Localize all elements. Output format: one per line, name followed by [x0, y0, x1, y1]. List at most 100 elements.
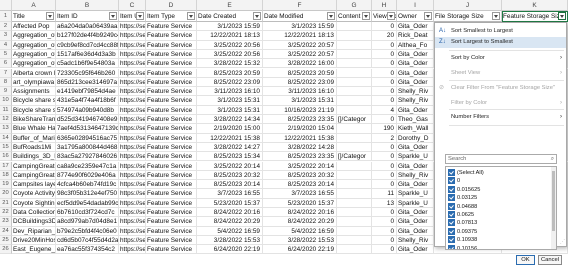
table-cell[interactable]: 8/25/2023 23:35: [263, 152, 337, 162]
table-cell[interactable]: 3/1/2023 15:31: [263, 96, 337, 106]
filter-value-item[interactable]: 0.04688: [448, 202, 477, 212]
table-cell[interactable]: 5/23/2020 15:37: [197, 198, 263, 208]
filter-dropdown-button[interactable]: [362, 12, 370, 20]
select-all-corner[interactable]: [0, 0, 12, 11]
checkbox[interactable]: [448, 169, 455, 177]
table-cell[interactable]: Feature Service: [146, 77, 197, 88]
table-cell[interactable]: 0: [372, 96, 397, 106]
table-cell[interactable]: Aggregation_of_: [12, 31, 56, 41]
table-cell[interactable]: CampingGreat5: [12, 170, 56, 181]
table-cell[interactable]: Gita_Oder: [397, 105, 434, 115]
table-cell[interactable]: [337, 245, 372, 255]
table-cell[interactable]: Feature Service: [146, 198, 197, 208]
table-cell[interactable]: 3/28/2022 14:28: [263, 142, 337, 153]
filter-dropdown-button[interactable]: [253, 12, 261, 20]
row-number[interactable]: 2: [0, 22, 12, 32]
table-cell[interactable]: 8/24/2022 20:16: [263, 208, 337, 218]
table-cell[interactable]: 6b7610cd3f724cd7c: [56, 208, 119, 218]
table-cell[interactable]: 3/25/2022 20:57: [263, 40, 337, 50]
table-cell[interactable]: 5/4/2022 16:59: [197, 226, 263, 236]
table-cell[interactable]: https://servi: [119, 217, 146, 227]
table-cell[interactable]: https://servi: [119, 198, 146, 208]
checkbox[interactable]: [448, 219, 455, 227]
row-number[interactable]: 17: [0, 161, 12, 171]
checkbox[interactable]: [448, 236, 455, 244]
table-cell[interactable]: Bicycle share sl: [12, 96, 56, 106]
header-cell-h[interactable]: View Co: [372, 11, 397, 22]
column-header-i[interactable]: I: [397, 0, 434, 11]
table-cell[interactable]: https://servi: [119, 133, 146, 143]
table-cell[interactable]: [337, 198, 372, 208]
list-scrollbar[interactable]: [551, 167, 556, 249]
table-cell[interactable]: 12/22/2021 18:13: [197, 31, 263, 41]
checkbox[interactable]: [448, 177, 455, 185]
table-cell[interactable]: https://servi: [119, 59, 146, 69]
column-header-h[interactable]: H: [372, 0, 397, 11]
table-cell[interactable]: 8/25/2023 15:34: [197, 152, 263, 162]
column-header-j[interactable]: J: [434, 0, 502, 11]
filter-value-item[interactable]: 0.0625: [448, 211, 474, 220]
table-cell[interactable]: 3/1/2023 15:59: [197, 22, 263, 32]
filter-dropdown-button[interactable]: [187, 12, 195, 20]
row-number[interactable]: 13: [0, 124, 12, 134]
table-cell[interactable]: https://servi: [119, 208, 146, 218]
resize-grip-icon[interactable]: ⋰: [560, 239, 565, 245]
table-cell[interactable]: Shelly_Riv: [397, 87, 434, 97]
table-cell[interactable]: 8/24/2022 20:29: [197, 217, 263, 227]
table-cell[interactable]: Alberta crown l: [12, 68, 56, 78]
table-cell[interactable]: https://servi: [119, 142, 146, 153]
table-cell[interactable]: 3/7/2023 16:55: [263, 189, 337, 199]
table-cell[interactable]: 3/1/2023 15:59: [263, 22, 337, 32]
table-cell[interactable]: Buildings_3D_D: [12, 152, 56, 162]
column-header-g[interactable]: G: [337, 0, 372, 11]
table-cell[interactable]: [337, 170, 372, 181]
table-cell[interactable]: [337, 217, 372, 227]
table-cell[interactable]: [337, 31, 372, 41]
filter-dropdown-button[interactable]: [387, 12, 395, 20]
table-cell[interactable]: Affected Pop: [12, 22, 56, 32]
table-cell[interactable]: 4: [372, 105, 397, 115]
table-cell[interactable]: art_olympiawa: [12, 77, 56, 88]
column-header-a[interactable]: A: [12, 0, 56, 11]
table-cell[interactable]: 8/25/2023 20:14: [197, 180, 263, 190]
table-cell[interactable]: Feature Service: [146, 161, 197, 171]
header-cell-f[interactable]: Date Modified: [263, 11, 337, 22]
checkbox[interactable]: [448, 202, 455, 210]
filter-value-item[interactable]: (Select All): [448, 169, 484, 178]
filter-dropdown-button[interactable]: [136, 12, 144, 20]
table-cell[interactable]: Gita_Oder: [397, 142, 434, 153]
table-cell[interactable]: Feature Service: [146, 235, 197, 246]
row-number[interactable]: 19: [0, 180, 12, 190]
table-cell[interactable]: [337, 40, 372, 50]
table-cell[interactable]: 2/19/2020 15:00: [197, 124, 263, 134]
table-cell[interactable]: 8/25/2022 23:09: [197, 77, 263, 88]
table-cell[interactable]: https://servi: [119, 189, 146, 199]
table-cell[interactable]: https://servi: [119, 152, 146, 162]
table-cell[interactable]: 0: [372, 170, 397, 181]
filter-value-item[interactable]: 0.10938: [448, 236, 477, 245]
table-cell[interactable]: 0: [372, 68, 397, 78]
table-cell[interactable]: [337, 142, 372, 153]
table-cell[interactable]: 12/22/2021 18:13: [263, 31, 337, 41]
table-cell[interactable]: [337, 189, 372, 199]
column-header-k[interactable]: K: [502, 0, 568, 11]
table-cell[interactable]: Sparkle_U: [397, 152, 434, 162]
header-cell-e[interactable]: Date Created: [197, 11, 263, 22]
table-cell[interactable]: Gita_Oder: [397, 245, 434, 255]
filter-dropdown-button[interactable]: [424, 12, 432, 20]
table-cell[interactable]: https://servi: [119, 77, 146, 88]
menu-item-sort-smallest-to-largest[interactable]: A↓ Sort Smallest to Largest: [435, 26, 566, 37]
table-cell[interactable]: 0: [372, 59, 397, 69]
table-cell[interactable]: 8774e90f6029e406a: [56, 170, 119, 181]
filter-values-list[interactable]: (Select All) 0 0.015625 0.03125 0.04688 0.062…: [445, 166, 557, 250]
table-cell[interactable]: [337, 87, 372, 97]
table-cell[interactable]: Feature Service: [146, 31, 197, 41]
row-number[interactable]: 4: [0, 40, 12, 50]
table-cell[interactable]: Shelly_Riv: [397, 235, 434, 246]
table-cell[interactable]: https://servi: [119, 115, 146, 125]
table-cell[interactable]: 2: [372, 133, 397, 143]
table-cell[interactable]: Gita_Oder: [397, 49, 434, 60]
table-cell[interactable]: Theo_Gas: [397, 115, 434, 125]
table-cell[interactable]: 5/4/2022 16:59: [263, 226, 337, 236]
table-cell[interactable]: Feature Service: [146, 170, 197, 181]
